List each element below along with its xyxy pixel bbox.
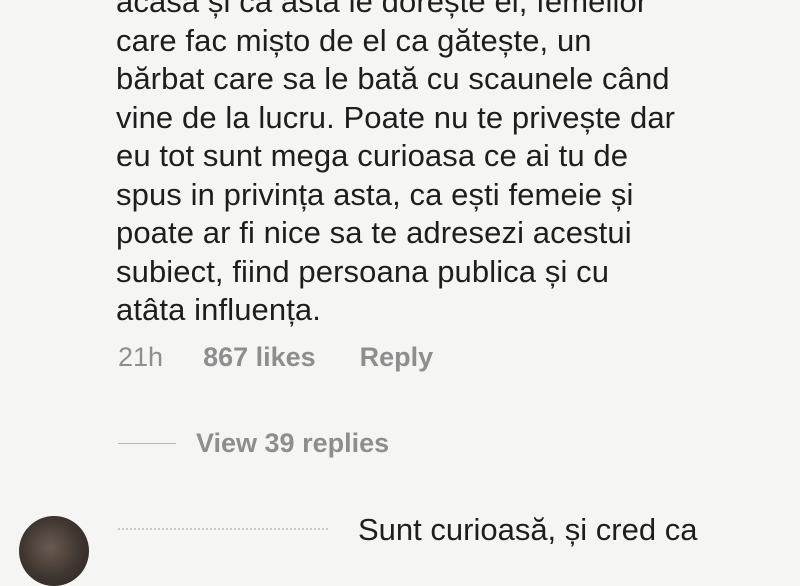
avatar[interactable]: [19, 516, 89, 586]
comment-text-line: acasă și ca asta le dorește el, femeilor: [116, 0, 648, 19]
comment-text-line: atâta influența.: [116, 292, 321, 327]
next-comment-text: Sunt curioasă, și cred ca: [358, 512, 698, 547]
comment-text-line: eu tot sunt mega curioasa ce ai tu de: [116, 138, 629, 173]
next-comment-username[interactable]: [118, 528, 328, 542]
comment-meta: 21h 867 likes Reply: [118, 342, 433, 373]
reply-button[interactable]: Reply: [360, 342, 434, 373]
comment-text-line: vine de la lucru. Poate nu te privește d…: [116, 99, 676, 135]
comment-body: acasă și ca asta le dorește el, femeilor…: [116, 0, 776, 330]
comment-text-line: poate ar fi nice sa te adresezi acestui: [116, 215, 632, 250]
view-replies-button[interactable]: View 39 replies: [118, 428, 389, 459]
replies-divider-line: [118, 443, 176, 444]
view-replies-label: View 39 replies: [196, 428, 390, 458]
comment-text-line: subiect, fiind persoana publica și cu: [116, 253, 610, 289]
comment-timestamp: 21h: [118, 342, 164, 372]
comment-text-line: spus in privința asta, ca ești femeie și: [116, 176, 634, 212]
comment-text-line: care fac mișto de el ca gătește, un: [116, 22, 592, 58]
comment-text-line: bărbat care sa le bată cu scaunele când: [116, 61, 670, 96]
likes-count-link[interactable]: 867 likes: [203, 342, 316, 373]
